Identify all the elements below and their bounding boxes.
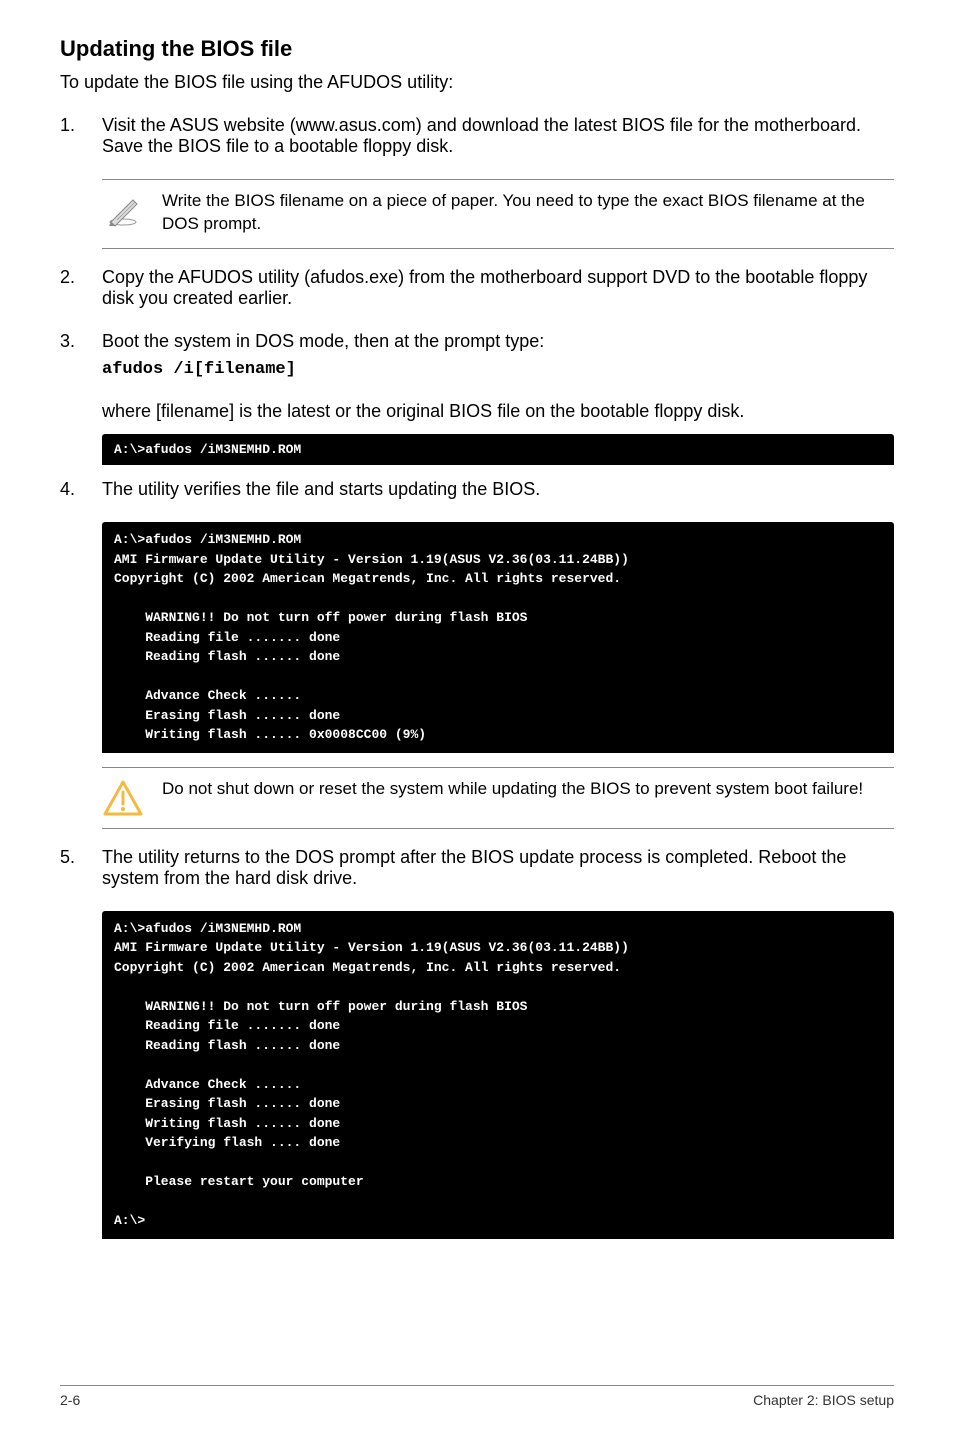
page-footer: 2-6 Chapter 2: BIOS setup bbox=[60, 1385, 894, 1408]
command-text: afudos /i[filename] bbox=[102, 360, 894, 379]
terminal-output-2: A:\>afudos /iM3NEMHD.ROM AMI Firmware Up… bbox=[102, 522, 894, 753]
warning-text: Do not shut down or reset the system whi… bbox=[162, 778, 894, 801]
step-number: 5. bbox=[60, 847, 102, 897]
step-number: 4. bbox=[60, 479, 102, 508]
where-line: where [filename] is the latest or the or… bbox=[102, 401, 894, 422]
step-text: Boot the system in DOS mode, then at the… bbox=[102, 331, 894, 352]
note-text: Write the BIOS filename on a piece of pa… bbox=[162, 190, 894, 236]
page-number: 2-6 bbox=[60, 1392, 80, 1408]
step-number: 2. bbox=[60, 267, 102, 317]
chapter-label: Chapter 2: BIOS setup bbox=[753, 1392, 894, 1408]
step-text: Copy the AFUDOS utility (afudos.exe) fro… bbox=[102, 267, 894, 309]
step-4: 4. The utility verifies the file and sta… bbox=[60, 479, 894, 508]
step-text: The utility returns to the DOS prompt af… bbox=[102, 847, 894, 889]
warning-callout: Do not shut down or reset the system whi… bbox=[102, 767, 894, 829]
step-number: 3. bbox=[60, 331, 102, 387]
step-number: 1. bbox=[60, 115, 102, 165]
step-text: Visit the ASUS website (www.asus.com) an… bbox=[102, 115, 894, 157]
step-2: 2. Copy the AFUDOS utility (afudos.exe) … bbox=[60, 267, 894, 317]
note-callout: Write the BIOS filename on a piece of pa… bbox=[102, 179, 894, 249]
section-heading: Updating the BIOS file bbox=[60, 36, 894, 62]
step-1: 1. Visit the ASUS website (www.asus.com)… bbox=[60, 115, 894, 165]
terminal-output-1: A:\>afudos /iM3NEMHD.ROM bbox=[102, 434, 894, 466]
pencil-icon bbox=[102, 190, 144, 228]
warning-icon bbox=[102, 778, 144, 816]
step-5: 5. The utility returns to the DOS prompt… bbox=[60, 847, 894, 897]
step-text: The utility verifies the file and starts… bbox=[102, 479, 894, 500]
step-3: 3. Boot the system in DOS mode, then at … bbox=[60, 331, 894, 387]
intro-text: To update the BIOS file using the AFUDOS… bbox=[60, 72, 894, 93]
terminal-output-3: A:\>afudos /iM3NEMHD.ROM AMI Firmware Up… bbox=[102, 911, 894, 1239]
